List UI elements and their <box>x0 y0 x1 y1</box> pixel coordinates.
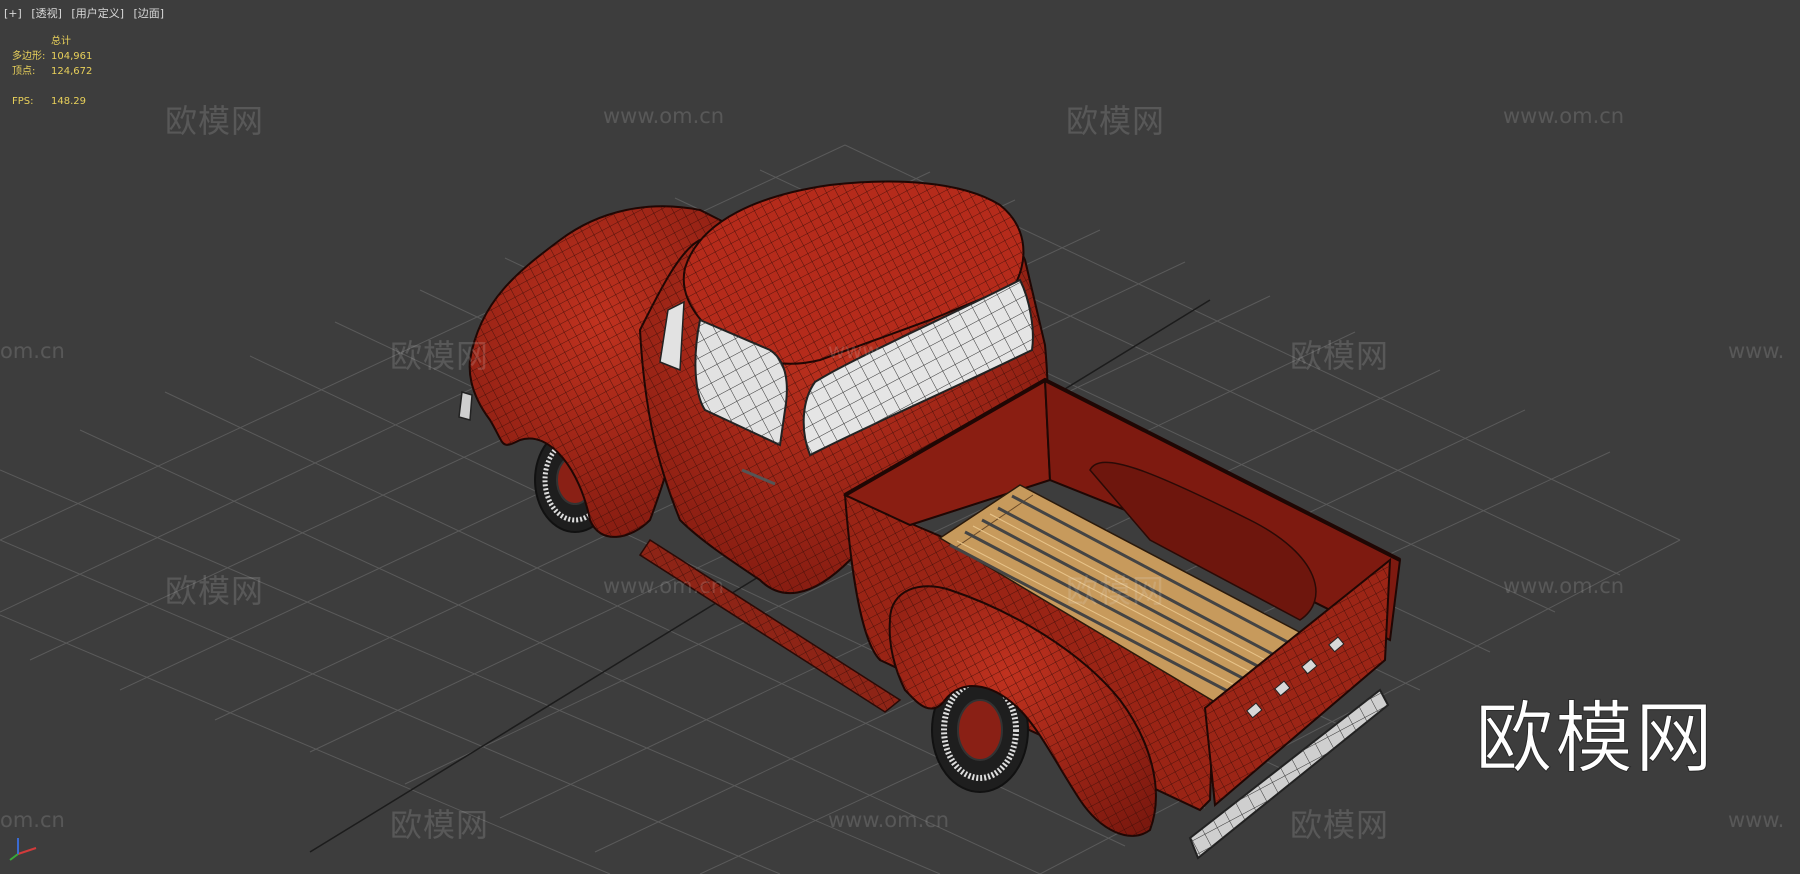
brand-logo-watermark: 欧模网 <box>1474 694 1716 785</box>
vertices-value: 124,672 <box>51 66 93 77</box>
watermark-brand: 欧模网 <box>165 572 265 610</box>
xyz-axis-icon <box>9 838 37 861</box>
watermark-brand: 欧模网 <box>390 337 490 375</box>
viewport-shading-menu[interactable]: [边面] <box>134 7 165 20</box>
watermark-brand: 欧模网 <box>1066 102 1166 140</box>
watermark-url-partial: www. <box>1728 808 1785 832</box>
watermark-url: www.om.cn <box>828 808 950 832</box>
vertices-label: 顶点: <box>12 66 36 77</box>
watermark-url: www.om.cn <box>1503 574 1625 598</box>
viewport-plus-menu[interactable]: [+] <box>4 7 22 20</box>
watermark-brand: 欧模网 <box>1066 572 1166 610</box>
viewport-label-menu: [+] [透视] [用户定义] [边面] <box>4 5 170 21</box>
fps-label: FPS: <box>12 96 34 107</box>
watermark-url: www.om.cn <box>603 574 725 598</box>
watermark-url: www.om.cn <box>603 104 725 128</box>
3d-viewport[interactable]: 欧模网 www.om.cn 欧模网 www.om.cn om.cn 欧模网 ww… <box>0 0 1800 874</box>
watermark-brand: 欧模网 <box>1290 806 1390 844</box>
watermark-url: www.om.cn <box>1503 104 1625 128</box>
viewport-camera-menu[interactable]: [用户定义] <box>71 7 124 20</box>
watermark-brand: 欧模网 <box>1290 337 1390 375</box>
watermark-url-partial: om.cn <box>0 808 65 832</box>
watermark-url: www.om.cn <box>828 339 950 363</box>
fps-value: 148.29 <box>51 96 86 107</box>
polygons-label: 多边形: <box>12 51 46 62</box>
watermark-url-partial: om.cn <box>0 339 65 363</box>
stats-header: 总计 <box>51 36 71 47</box>
polygons-value: 104,961 <box>51 51 93 62</box>
pickup-truck-model[interactable] <box>458 180 1402 860</box>
watermark-brand: 欧模网 <box>165 102 265 140</box>
watermark-url-partial: www. <box>1728 339 1785 363</box>
watermark-brand: 欧模网 <box>390 806 490 844</box>
viewport-view-menu[interactable]: [透视] <box>31 7 62 20</box>
